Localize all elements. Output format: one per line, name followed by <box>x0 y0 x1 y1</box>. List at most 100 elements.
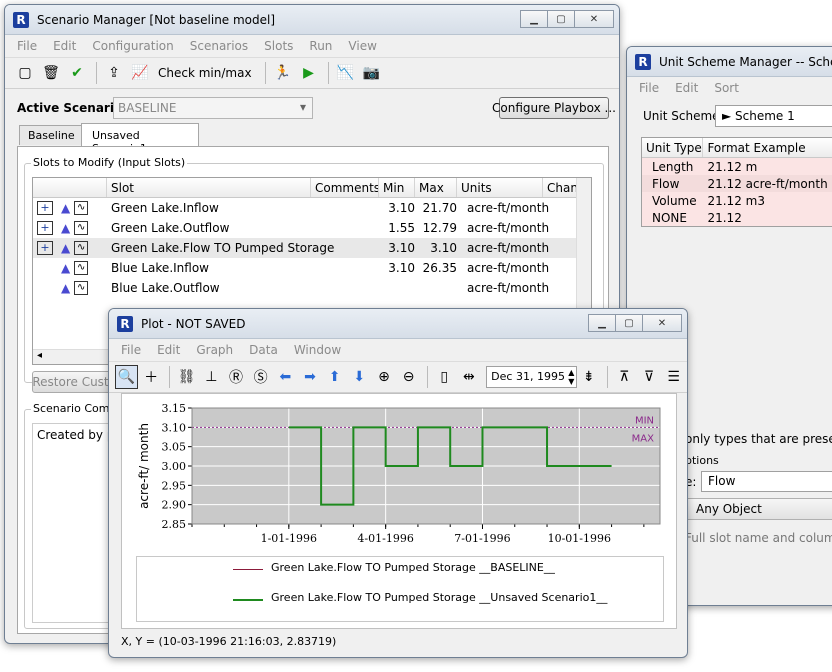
table-row[interactable]: Length 21.12 m <box>642 158 832 175</box>
arrow-down-icon[interactable]: ⬇ <box>348 365 371 389</box>
crosshair-icon[interactable]: ＋ <box>140 365 163 389</box>
close-button[interactable]: ✕ <box>642 314 682 332</box>
unit-menu-sort[interactable]: Sort <box>714 81 739 95</box>
col-comments[interactable]: Comments <box>311 178 379 197</box>
legend-scenario[interactable]: Green Lake.Flow TO Pumped Storage __Unsa… <box>271 591 607 604</box>
zoom-in-icon[interactable]: ⊕ <box>373 365 396 389</box>
table-row[interactable]: Flow 21.12 acre-ft/month <box>642 175 832 192</box>
menu-scenarios[interactable]: Scenarios <box>190 39 248 53</box>
scenario-titlebar[interactable]: R Scenario Manager [Not baseline model] … <box>5 5 619 35</box>
runner-icon[interactable]: 🏃 <box>271 61 295 85</box>
axes-s-icon[interactable]: Ⓢ <box>249 365 272 389</box>
arrow-up-icon[interactable]: ⬆ <box>323 365 346 389</box>
unit-scheme-label: Unit Scheme: <box>643 109 724 123</box>
slot-units: acre-ft/month <box>467 241 550 255</box>
active-scenario-select[interactable]: BASELINE ▾ <box>113 97 313 119</box>
col-chan[interactable]: Chan <box>543 178 577 197</box>
max-label: MAX <box>632 433 654 444</box>
link-icon[interactable]: ⛓ <box>175 365 198 389</box>
plot-menu-file[interactable]: File <box>121 343 141 357</box>
col-slot[interactable]: Slot <box>107 178 311 197</box>
menu-configuration[interactable]: Configuration <box>92 39 173 53</box>
scenario-menubar: File Edit Configuration Scenarios Slots Run Vi… <box>5 35 619 57</box>
arrow-left-icon[interactable]: ⬅ <box>274 365 297 389</box>
y-tick-label: 2.85 <box>162 518 187 531</box>
minimize-button[interactable]: ▁ <box>588 314 616 332</box>
table-row[interactable]: Volume 21.12 m3 <box>642 192 832 209</box>
col-icons <box>33 178 107 197</box>
col-min[interactable]: Min <box>379 178 415 197</box>
plot-menu-edit[interactable]: Edit <box>157 343 180 357</box>
plot-titlebar[interactable]: R Plot - NOT SAVED ▁ ▢ ✕ <box>109 309 687 339</box>
check-icon[interactable]: ✔ <box>65 61 89 85</box>
plot-area: 3.15 3.10 3.05 3.00 2.95 2.90 2.85 MIN MAX 1-01-1… <box>121 393 677 629</box>
menu-run[interactable]: Run <box>309 39 332 53</box>
split-icon[interactable]: ▯ <box>433 365 456 389</box>
arrow-right-icon[interactable]: ➡ <box>299 365 322 389</box>
expand-plus-icon[interactable]: + <box>37 221 53 235</box>
x-tick-label: 7-01-1996 <box>454 532 510 545</box>
zoom-out-icon[interactable]: ⊖ <box>397 365 420 389</box>
plot-menu-window[interactable]: Window <box>294 343 341 357</box>
flow-select[interactable]: Flow <box>701 471 832 492</box>
fit-icon[interactable]: ⇹ <box>458 365 481 389</box>
scroll-left-icon[interactable]: ◂ <box>37 350 42 361</box>
unit-titlebar[interactable]: R Unit Scheme Manager -- Scheme <box>627 47 832 77</box>
plot-icon[interactable]: 📉 <box>334 61 358 85</box>
minimize-button[interactable]: ▁ <box>520 10 548 28</box>
align-top-icon[interactable]: ⊼ <box>613 365 636 389</box>
axes-icon[interactable]: ⊥ <box>200 365 223 389</box>
menu-view[interactable]: View <box>348 39 376 53</box>
close-button[interactable]: ✕ <box>574 10 614 28</box>
col-unit-type[interactable]: Unit Type <box>642 138 704 157</box>
step-icon[interactable]: ⇟ <box>577 365 600 389</box>
check-minmax-button[interactable]: Check min/max <box>158 66 252 80</box>
x-tick-label: 1-01-1996 <box>261 532 317 545</box>
expand-plus-icon[interactable]: + <box>37 241 53 255</box>
table-row[interactable]: ▲ ∿ Blue Lake.Outflow acre-ft/month <box>33 278 591 298</box>
plot-window: R Plot - NOT SAVED ▁ ▢ ✕ File Edit Graph Da… <box>108 308 688 658</box>
camera-icon[interactable]: 📷 <box>360 61 384 85</box>
play-icon[interactable]: ▶ <box>297 61 321 85</box>
table-row[interactable]: ▲ ∿ Blue Lake.Inflow 3.10 26.35 acre-ft/month <box>33 258 591 278</box>
slot-name-field[interactable]: Full slot name and column> <box>685 531 832 545</box>
export-icon[interactable]: ⇪ <box>102 61 126 85</box>
col-units[interactable]: Units <box>457 178 543 197</box>
slots-group-label: Slots to Modify (Input Slots) <box>31 156 188 169</box>
axes-r-icon[interactable]: Ⓡ <box>225 365 248 389</box>
series-slot-icon: ∿ <box>74 241 89 255</box>
table-row[interactable]: + ▲ ∿ Green Lake.Inflow 3.10 21.70 acre-ft/mon… <box>33 198 591 218</box>
unit-example: 21.12 m3 <box>707 193 765 208</box>
trash-icon[interactable]: 🗑 <box>39 61 63 85</box>
table-row[interactable]: + ▲ ∿ Green Lake.Flow TO Pumped Storage 3.10… <box>33 238 591 258</box>
maximize-button[interactable]: ▢ <box>547 10 575 28</box>
series-slot-icon: ∿ <box>74 281 89 295</box>
expand-plus-icon[interactable]: + <box>37 201 53 215</box>
chart-icon[interactable]: 📈 <box>128 61 152 85</box>
table-row[interactable]: + ▲ ∿ Green Lake.Outflow 1.55 12.79 acre-ft/mo… <box>33 218 591 238</box>
unit-menu-edit[interactable]: Edit <box>675 81 698 95</box>
configure-playbox-button[interactable]: Configure Playbox ... <box>492 97 616 119</box>
tab-unsaved-scenario[interactable]: Unsaved Scenario1 <box>81 123 199 155</box>
align-bottom-icon[interactable]: ⊽ <box>638 365 661 389</box>
menu-file[interactable]: File <box>17 39 37 53</box>
menu-edit[interactable]: Edit <box>53 39 76 53</box>
col-max[interactable]: Max <box>415 178 457 197</box>
zoom-select-icon[interactable]: 🔍 <box>115 365 138 389</box>
plot-menu-data[interactable]: Data <box>249 343 278 357</box>
maximize-button[interactable]: ▢ <box>615 314 643 332</box>
plot-chart[interactable]: 3.15 3.10 3.05 3.00 2.95 2.90 2.85 MIN MAX 1-01-1… <box>122 394 677 554</box>
slot-min: 3.10 <box>388 201 415 215</box>
unit-menu-file[interactable]: File <box>639 81 659 95</box>
spinner-arrows-icon[interactable]: ▲ ▼ <box>568 368 574 386</box>
any-object-button[interactable]: Any Object <box>685 498 832 520</box>
table-row[interactable]: NONE 21.12 <box>642 209 832 226</box>
new-icon[interactable]: ▢ <box>13 61 37 85</box>
unit-scheme-select[interactable]: ► Scheme 1 <box>715 105 832 127</box>
date-spinner[interactable]: Dec 31, 1995 ▲ ▼ <box>486 366 578 388</box>
menu-slots[interactable]: Slots <box>264 39 293 53</box>
plot-menu-graph[interactable]: Graph <box>196 343 233 357</box>
col-format-example[interactable]: Format Example <box>703 138 832 157</box>
legend-baseline[interactable]: Green Lake.Flow TO Pumped Storage __BASE… <box>271 561 555 574</box>
list-icon[interactable]: ☰ <box>662 365 685 389</box>
